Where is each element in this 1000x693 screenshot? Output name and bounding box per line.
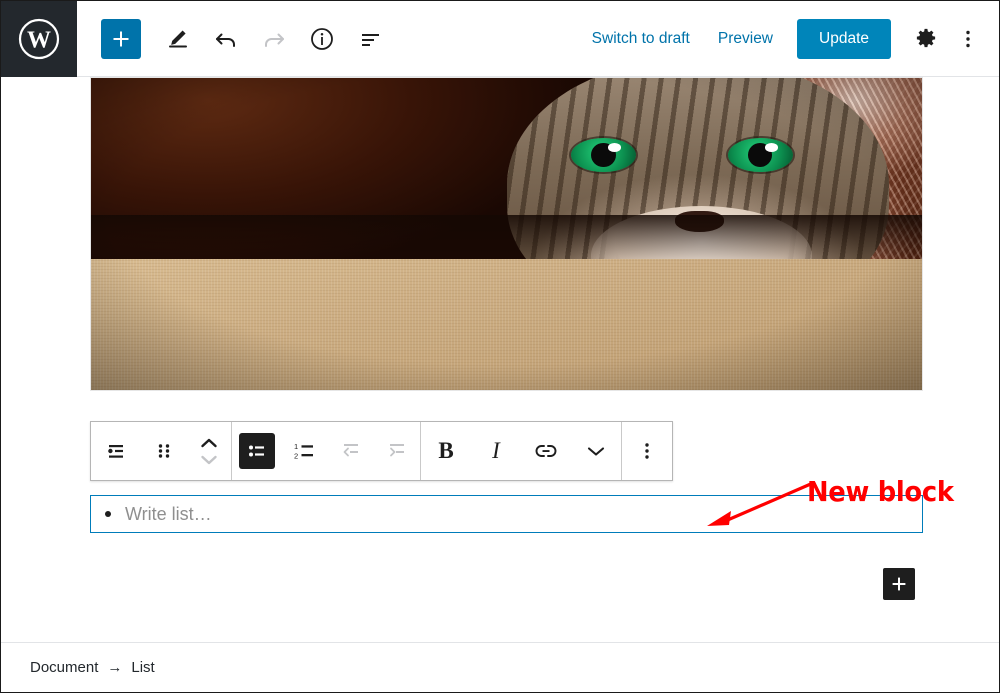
wordpress-editor-window: W Switch to draft Preview Update 1 2 B I… xyxy=(0,0,1000,693)
italic-icon[interactable]: I xyxy=(471,422,521,480)
toolbar-group-text-format: B I xyxy=(420,422,621,480)
switch-to-draft-button[interactable]: Switch to draft xyxy=(578,20,704,58)
list-placeholder: Write list… xyxy=(125,503,212,524)
breadcrumb-separator: → xyxy=(107,659,123,676)
toolbar-group-block-options xyxy=(621,422,672,480)
editor-footer: Document → List xyxy=(1,642,999,692)
toolbar-group-block-controls xyxy=(91,422,231,480)
block-toolbar: 1 2 B I xyxy=(90,421,673,481)
breadcrumb-item-document[interactable]: Document xyxy=(30,659,98,676)
ordered-list-icon[interactable]: 1 2 xyxy=(282,422,328,480)
block-navigation-icon[interactable] xyxy=(347,16,393,62)
toolbar-group-list-format: 1 2 xyxy=(231,422,420,480)
chevron-down-icon[interactable] xyxy=(571,422,621,480)
block-options-ellipsis-vertical-icon[interactable] xyxy=(622,422,672,480)
annotation-label: New block xyxy=(807,475,954,508)
svg-text:1: 1 xyxy=(294,442,298,451)
list-block-icon[interactable] xyxy=(91,422,141,480)
undo-arrow-icon[interactable] xyxy=(203,16,249,62)
svg-text:W: W xyxy=(27,27,51,53)
ellipsis-vertical-icon[interactable] xyxy=(947,18,989,60)
italic-label: I xyxy=(492,438,500,463)
header-toolbar-right: Switch to draft Preview Update xyxy=(578,18,999,60)
bold-label: B xyxy=(438,438,454,463)
unordered-list-icon[interactable] xyxy=(239,433,275,469)
editor-header: W Switch to draft Preview Update xyxy=(1,1,999,77)
redo-arrow-icon xyxy=(251,16,297,62)
list-block[interactable]: Write list… xyxy=(90,495,923,533)
image-vignette xyxy=(91,78,922,390)
unordered-list-wrap xyxy=(232,433,282,469)
cat-photo xyxy=(91,78,922,390)
breadcrumb: Document → List xyxy=(30,659,155,676)
outdent-icon xyxy=(328,422,374,480)
move-up-down-icon[interactable] xyxy=(187,422,231,480)
update-button[interactable]: Update xyxy=(797,18,891,59)
gear-icon[interactable] xyxy=(905,18,947,60)
info-circle-icon[interactable] xyxy=(299,16,345,62)
add-block-button[interactable] xyxy=(101,18,141,59)
block-appender-button[interactable] xyxy=(883,568,915,600)
preview-button[interactable]: Preview xyxy=(704,20,787,58)
bold-icon[interactable]: B xyxy=(421,422,471,480)
drag-dots-icon[interactable] xyxy=(141,422,187,480)
indent-icon xyxy=(374,422,420,480)
pencil-icon[interactable] xyxy=(155,16,201,62)
bullet-dot-icon xyxy=(105,511,111,517)
editor-canvas: 1 2 B I Write list… New block xyxy=(1,77,999,660)
image-block[interactable] xyxy=(90,77,923,391)
header-toolbar-left xyxy=(77,16,393,62)
link-icon[interactable] xyxy=(521,422,571,480)
breadcrumb-item-list[interactable]: List xyxy=(131,659,154,676)
wordpress-logo-icon[interactable]: W xyxy=(1,1,77,77)
svg-text:2: 2 xyxy=(294,452,298,461)
